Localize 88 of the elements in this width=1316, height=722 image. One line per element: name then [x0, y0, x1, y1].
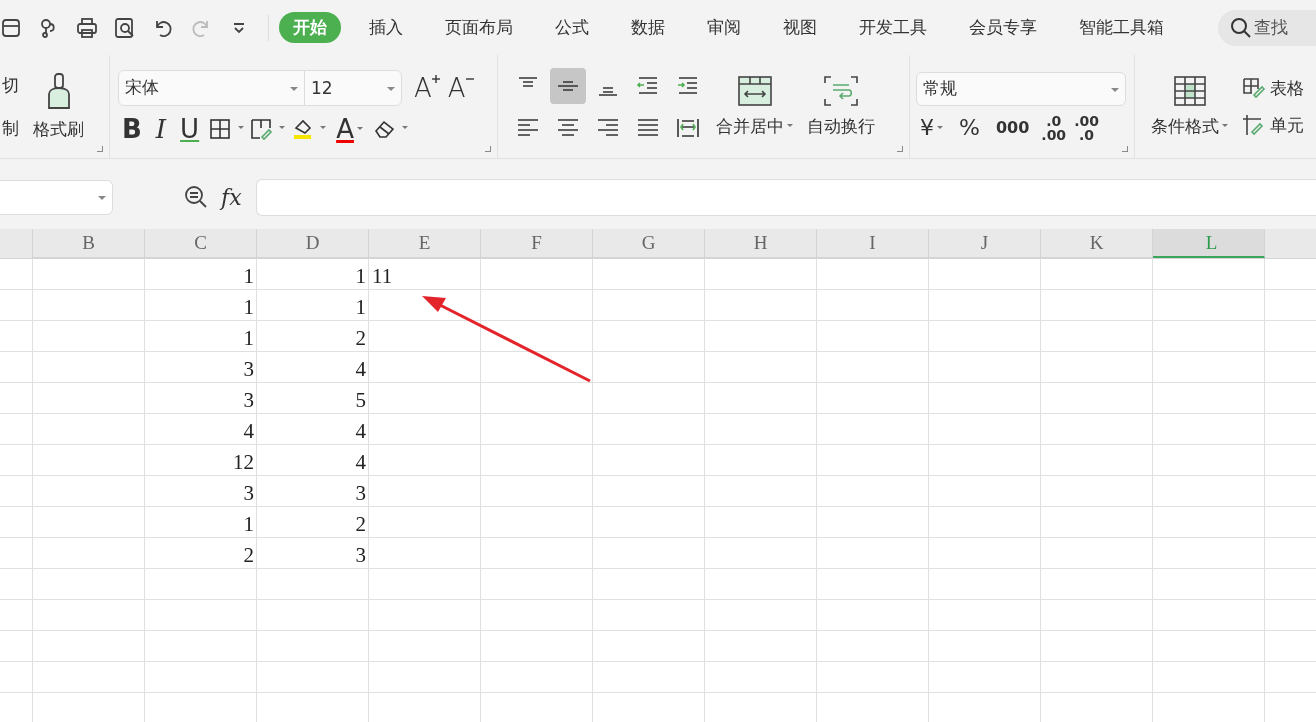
- print-icon: [76, 16, 98, 39]
- border-button[interactable]: [209, 116, 245, 141]
- cut-label[interactable]: 切: [2, 73, 19, 97]
- font-color-button[interactable]: A: [332, 113, 367, 144]
- table-cell-text: 11: [371, 263, 394, 290]
- plus-icon: [431, 74, 440, 83]
- column-header[interactable]: J: [929, 229, 1041, 258]
- column-header[interactable]: F: [481, 229, 593, 258]
- table-cell-text: 1: [242, 511, 255, 538]
- decrease-font-button[interactable]: A: [443, 72, 470, 103]
- table-pen-icon: [1242, 77, 1266, 99]
- fx-label[interactable]: fx: [221, 184, 242, 210]
- table-cell-text: 2: [354, 511, 367, 538]
- table-cell-text: 3: [242, 387, 255, 414]
- cell-style-button[interactable]: [250, 116, 286, 141]
- table-cell-text: 3: [242, 356, 255, 383]
- ribbon-tab[interactable]: 插入: [355, 12, 417, 43]
- table-cell-text: 5: [354, 387, 367, 414]
- outdent-align-icon: [636, 76, 658, 94]
- font-size-dropdown[interactable]: 12: [305, 70, 401, 105]
- ribbon-tab[interactable]: 视图: [769, 12, 831, 43]
- column-header[interactable]: C: [145, 229, 257, 258]
- table-cell-text: 4: [242, 418, 255, 445]
- table-cell-text: 12: [232, 449, 255, 476]
- table-cell-text: 4: [354, 418, 367, 445]
- table-cell-text: 4: [354, 356, 367, 383]
- table-cell-text: 2: [242, 542, 255, 569]
- table-cell-text: 3: [242, 480, 255, 507]
- right-align-icon: [595, 116, 621, 139]
- search-icon: [1230, 16, 1252, 39]
- cell-button[interactable]: 单元: [1242, 113, 1304, 137]
- ribbon-tab[interactable]: 页面布局: [431, 12, 527, 43]
- italic-button[interactable]: I: [151, 113, 171, 144]
- table-cell-text: 1: [354, 294, 367, 321]
- merge-cells-icon: [736, 75, 773, 107]
- column-header[interactable]: D: [257, 229, 369, 258]
- column-header[interactable]: G: [593, 229, 705, 258]
- table-grid-icon: [1172, 75, 1207, 107]
- thousands-button[interactable]: 000: [991, 117, 1034, 138]
- wrap-text-icon: [823, 75, 859, 107]
- increase-decimal-button[interactable]: .0 .00: [1041, 113, 1067, 142]
- table-cell-text: 1: [354, 263, 367, 290]
- ribbon-tab[interactable]: 智能工具箱: [1065, 12, 1178, 43]
- ribbon-tab[interactable]: 公式: [541, 12, 603, 43]
- indent-align-icon: [677, 76, 698, 94]
- number-format-dropdown[interactable]: 常规: [916, 71, 1126, 106]
- left-align-icon: [515, 116, 541, 139]
- crop-pen-icon: [1242, 114, 1266, 136]
- top-align-icon: [518, 76, 538, 87]
- ribbon-tab[interactable]: 审阅: [693, 12, 755, 43]
- ribbon-tab[interactable]: 会员专享: [955, 12, 1051, 43]
- search-field[interactable]: 查找: [1218, 9, 1316, 46]
- ribbon-tab[interactable]: 数据: [617, 12, 679, 43]
- table-cell-text: 1: [242, 294, 255, 321]
- merge-center-button[interactable]: 合并居中: [712, 73, 797, 140]
- column-header[interactable]: H: [705, 229, 817, 258]
- currency-button[interactable]: ¥: [916, 114, 947, 141]
- copy-label[interactable]: 制: [2, 116, 19, 140]
- table-style-button[interactable]: 表格: [1242, 76, 1304, 100]
- table-cell-text: 2: [354, 325, 367, 352]
- bottom-align-icon: [598, 86, 618, 96]
- column-header[interactable]: B: [33, 229, 145, 258]
- underline-button[interactable]: U: [176, 113, 204, 144]
- format-painter-button[interactable]: 格式刷: [29, 70, 88, 143]
- save-icon: [0, 16, 22, 39]
- font-family-dropdown[interactable]: 宋体: [119, 70, 305, 105]
- middle-align-icon: [557, 80, 579, 91]
- column-header[interactable]: I: [817, 229, 929, 258]
- align-middle-button[interactable]: [550, 67, 586, 104]
- formula-input[interactable]: [255, 178, 1316, 216]
- column-header[interactable]: E: [369, 229, 481, 258]
- table-cell-text: 4: [354, 449, 367, 476]
- ribbon-tab[interactable]: 开发工具: [845, 12, 941, 43]
- bold-button[interactable]: B: [118, 113, 146, 144]
- increase-font-button[interactable]: A: [410, 72, 436, 103]
- center-align-icon: [555, 116, 581, 139]
- table-cell-text: 3: [354, 480, 367, 507]
- preview-icon: [114, 16, 136, 39]
- table-cell-text: 1: [242, 263, 255, 290]
- table-cell-text: 1: [242, 325, 255, 352]
- justify-align-icon: [635, 116, 661, 139]
- decrease-decimal-button[interactable]: .00 .0: [1074, 113, 1099, 142]
- zoom-icon[interactable]: [183, 184, 209, 210]
- table-cell-text: 3: [354, 542, 367, 569]
- conditional-format-button[interactable]: 条件格式: [1147, 73, 1232, 140]
- wrap-text-button[interactable]: 自动换行: [803, 73, 879, 140]
- distribute-align-icon: [675, 116, 701, 139]
- percent-button[interactable]: %: [955, 114, 984, 141]
